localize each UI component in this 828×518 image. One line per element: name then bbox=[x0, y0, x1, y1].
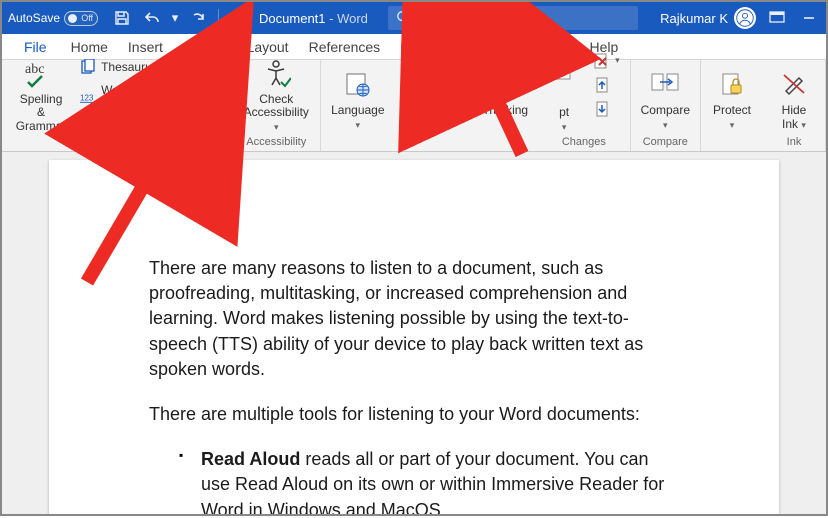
word-count-button[interactable]: 123 Word Count bbox=[78, 81, 160, 113]
search-icon bbox=[396, 10, 410, 27]
spelling-grammar-button[interactable]: abc Spelling &Grammar bbox=[12, 53, 70, 134]
group-label-proofing: Proofing bbox=[67, 134, 108, 149]
group-speech: A ReadAloud Speech bbox=[169, 60, 232, 151]
group-label-changes: Changes bbox=[562, 134, 606, 149]
group-accessibility: CheckAccessibility ▾ Accessibility bbox=[232, 60, 321, 151]
protect-button[interactable]: Protect▾ bbox=[707, 64, 757, 132]
read-aloud-icon: A bbox=[182, 67, 218, 99]
tab-design[interactable]: Design bbox=[173, 34, 237, 59]
read-aloud-button[interactable]: A ReadAloud bbox=[175, 60, 225, 134]
qat-customize-icon[interactable]: ▿ bbox=[227, 6, 239, 30]
comments-button[interactable]: Comments▾ bbox=[401, 64, 467, 132]
language-button[interactable]: Language▾ bbox=[327, 64, 388, 132]
page: There are many reasons to listen to a do… bbox=[49, 160, 779, 514]
tracking-button[interactable]: Tracking▾ bbox=[479, 64, 533, 132]
list-item: Read Aloud reads all or part of your doc… bbox=[183, 447, 679, 514]
quick-access-toolbar: ▾ ▿ bbox=[110, 6, 239, 30]
ribbon: abc Spelling &Grammar Thesaurus 123 Word… bbox=[2, 60, 826, 152]
group-ink: HideInk ▾ Ink bbox=[763, 60, 826, 151]
group-language: Language▾ bbox=[321, 60, 394, 151]
next-change-button[interactable] bbox=[592, 99, 622, 119]
tab-mailings[interactable]: Mailings bbox=[390, 34, 461, 59]
svg-text:A: A bbox=[182, 70, 198, 95]
document-title: Document1 - Word bbox=[259, 11, 368, 26]
comment-icon bbox=[420, 68, 448, 100]
accessibility-icon bbox=[261, 57, 291, 89]
language-icon bbox=[344, 68, 372, 100]
group-proofing: abc Spelling &Grammar Thesaurus 123 Word… bbox=[2, 60, 169, 151]
compare-button[interactable]: Compare▾ bbox=[637, 64, 694, 132]
search-input[interactable] bbox=[418, 11, 630, 26]
thesaurus-button[interactable]: Thesaurus bbox=[78, 57, 160, 77]
tracking-icon bbox=[491, 68, 519, 100]
search-box[interactable] bbox=[388, 6, 638, 30]
group-comments: Comments▾ bbox=[395, 60, 473, 151]
title-bar: AutoSave Off ▾ ▿ Document1 - Word Rajkum… bbox=[2, 2, 826, 34]
user-name-label: Rajkumar K bbox=[660, 11, 728, 26]
chevron-down-icon[interactable]: ▾ bbox=[170, 6, 180, 30]
thesaurus-icon bbox=[80, 59, 96, 75]
word-count-icon: 123 bbox=[80, 89, 96, 105]
toggle-off-icon[interactable]: Off bbox=[64, 11, 98, 26]
svg-text:abc: abc bbox=[25, 62, 44, 77]
spelling-icon: abc bbox=[24, 57, 58, 89]
document-area[interactable]: There are many reasons to listen to a do… bbox=[2, 152, 826, 514]
autosave-toggle[interactable]: AutoSave Off bbox=[8, 11, 98, 26]
accept-button[interactable]: . Acceptpt▾ bbox=[544, 49, 584, 134]
group-label-ink: Ink bbox=[787, 134, 802, 149]
group-protect: Protect▾ bbox=[701, 60, 763, 151]
tab-layout[interactable]: Layout bbox=[237, 34, 299, 59]
group-label-accessibility: Accessibility bbox=[246, 134, 306, 149]
autosave-label: AutoSave bbox=[8, 11, 60, 25]
group-tracking: Tracking▾ bbox=[473, 60, 539, 151]
tab-file[interactable]: File bbox=[16, 34, 61, 59]
bullet-list: Read Aloud reads all or part of your doc… bbox=[149, 447, 679, 514]
paragraph: There are many reasons to listen to a do… bbox=[149, 256, 679, 382]
tab-help[interactable]: Help bbox=[580, 34, 629, 59]
minimize-icon[interactable] bbox=[798, 11, 820, 25]
next-icon bbox=[594, 101, 610, 117]
previous-change-button[interactable] bbox=[592, 75, 622, 95]
group-compare: Compare▾ Compare bbox=[631, 60, 701, 151]
undo-icon[interactable] bbox=[140, 6, 164, 30]
paragraph: There are multiple tools for listening t… bbox=[149, 402, 679, 427]
tab-insert[interactable]: Insert bbox=[118, 34, 173, 59]
check-accessibility-button[interactable]: CheckAccessibility ▾ bbox=[238, 53, 314, 134]
avatar-icon bbox=[734, 7, 756, 29]
tab-view[interactable]: View bbox=[529, 34, 579, 59]
redo-icon[interactable] bbox=[186, 6, 210, 30]
hide-ink-icon bbox=[781, 68, 807, 100]
protect-icon bbox=[719, 68, 745, 100]
save-icon[interactable] bbox=[110, 6, 134, 30]
ribbon-display-options-icon[interactable] bbox=[766, 11, 788, 25]
ribbon-tabs: File Home Insert Design Layout Reference… bbox=[2, 34, 826, 60]
hide-ink-button[interactable]: HideInk ▾ bbox=[769, 64, 819, 132]
group-label-compare: Compare bbox=[643, 134, 688, 149]
compare-icon bbox=[650, 68, 680, 100]
group-changes: . Acceptpt▾ ▾ bbox=[538, 60, 631, 151]
svg-text:123: 123 bbox=[80, 93, 94, 102]
tab-home[interactable]: Home bbox=[61, 34, 118, 59]
group-label-speech: Speech bbox=[182, 134, 219, 149]
previous-icon bbox=[594, 77, 610, 93]
account-user[interactable]: Rajkumar K bbox=[660, 7, 756, 29]
tab-references[interactable]: References bbox=[299, 34, 391, 59]
tab-review[interactable]: Review bbox=[462, 32, 530, 60]
